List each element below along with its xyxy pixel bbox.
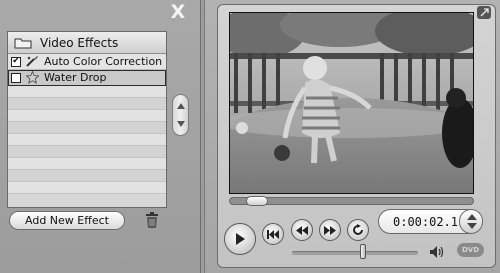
empty-row — [8, 134, 166, 146]
timecode-value: 0:00:02.11 — [393, 214, 466, 229]
volume-slider-track[interactable] — [292, 251, 418, 255]
rewind-button[interactable] — [291, 219, 313, 241]
checkbox-water-drop[interactable] — [11, 72, 21, 83]
dvd-badge[interactable]: DVD — [457, 243, 484, 257]
empty-row — [8, 98, 166, 110]
fast-forward-icon — [324, 225, 336, 235]
loop-icon — [353, 224, 363, 235]
scroll-up-icon[interactable] — [177, 103, 185, 109]
rewind-icon — [296, 225, 308, 235]
empty-row — [8, 146, 166, 158]
play-icon — [236, 233, 245, 245]
video-frame-image — [230, 13, 473, 193]
step-down-icon[interactable] — [467, 223, 477, 229]
empty-row — [8, 158, 166, 170]
speaker-icon[interactable] — [429, 244, 445, 258]
go-to-start-button[interactable] — [262, 223, 284, 245]
item-label: Auto Color Correction — [44, 55, 163, 68]
empty-row — [8, 170, 166, 182]
list-item[interactable]: ✔ Auto Color Correction — [8, 54, 166, 70]
video-preview — [229, 12, 474, 194]
timecode-stepper[interactable] — [459, 209, 483, 234]
effects-list-header: Video Effects — [8, 32, 166, 54]
play-button[interactable] — [224, 223, 256, 255]
checkbox-auto-color[interactable]: ✔ — [11, 56, 21, 67]
empty-row — [8, 182, 166, 194]
effects-panel: X Video Effects ✔ Auto Color Correction — [0, 0, 201, 273]
effects-list: Video Effects ✔ Auto Color Correction Wa… — [7, 31, 167, 208]
step-up-icon[interactable] — [467, 214, 477, 220]
close-button[interactable]: X — [168, 2, 188, 22]
add-new-effect-button[interactable]: Add New Effect — [9, 211, 125, 230]
scrub-handle[interactable] — [246, 196, 268, 206]
folder-icon — [14, 37, 32, 49]
scroll-down-icon[interactable] — [177, 121, 185, 127]
empty-row — [8, 110, 166, 122]
expand-icon[interactable] — [477, 6, 491, 19]
wand-brush-icon — [25, 55, 39, 68]
skip-to-start-icon — [267, 229, 279, 239]
loop-button[interactable] — [347, 219, 369, 241]
list-item-selected[interactable]: Water Drop — [8, 70, 166, 86]
list-scroll-stepper[interactable] — [172, 94, 189, 136]
fast-forward-button[interactable] — [319, 219, 341, 241]
app-window: X Video Effects ✔ Auto Color Correction — [0, 0, 500, 273]
empty-row — [8, 86, 166, 98]
star-icon — [25, 71, 39, 84]
empty-row — [8, 122, 166, 134]
volume-slider-handle[interactable] — [360, 244, 366, 259]
item-label: Water Drop — [44, 71, 107, 84]
effects-header-label: Video Effects — [40, 35, 119, 50]
trash-icon[interactable] — [145, 211, 159, 229]
